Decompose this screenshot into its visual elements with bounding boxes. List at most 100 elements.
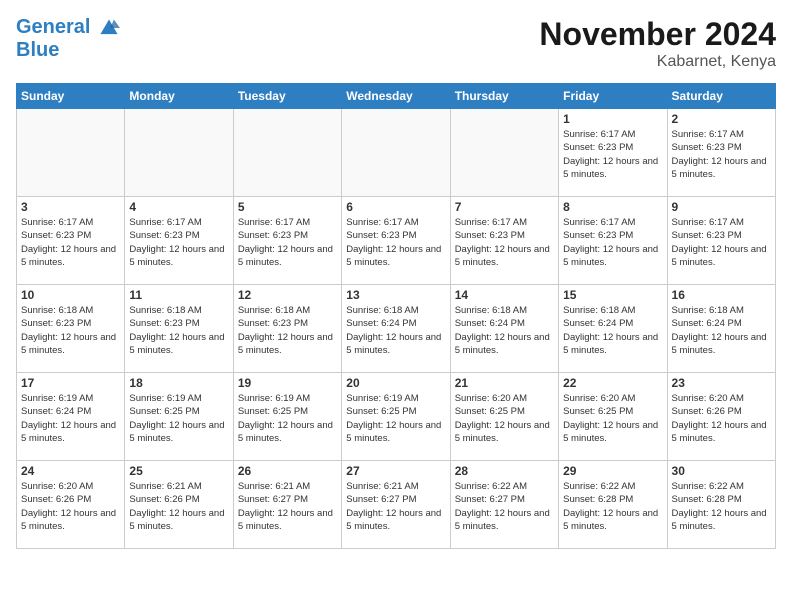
day-info: Sunrise: 6:21 AMSunset: 6:27 PMDaylight:… [238,480,337,533]
day-number: 26 [238,464,337,478]
day-info: Sunrise: 6:18 AMSunset: 6:24 PMDaylight:… [672,304,771,357]
calendar-cell: 13Sunrise: 6:18 AMSunset: 6:24 PMDayligh… [342,285,450,373]
day-info: Sunrise: 6:18 AMSunset: 6:23 PMDaylight:… [129,304,228,357]
calendar-body: 1 Sunrise: 6:17 AMSunset: 6:23 PMDaylight… [17,109,776,549]
day-info: Sunrise: 6:17 AMSunset: 6:23 PMDaylight:… [346,216,445,269]
calendar-cell: 1 Sunrise: 6:17 AMSunset: 6:23 PMDaylight… [559,109,667,197]
week-row-4: 24 Sunrise: 6:20 AMSunset: 6:26 PMDayligh… [17,461,776,549]
calendar-cell: 15 Sunrise: 6:18 AMSunset: 6:24 PMDayligh… [559,285,667,373]
day-number: 2 [672,112,771,126]
day-info: Sunrise: 6:19 AMSunset: 6:25 PMDaylight:… [129,392,228,445]
day-number: 16 [672,288,771,302]
day-number: 4 [129,200,228,214]
day-number: 13 [346,288,445,302]
month-title: November 2024 [539,16,776,53]
calendar-cell: 10Sunrise: 6:18 AMSunset: 6:23 PMDayligh… [17,285,125,373]
day-info: Sunrise: 6:17 AMSunset: 6:23 PMDaylight:… [672,128,771,181]
day-info: Sunrise: 6:19 AMSunset: 6:25 PMDaylight:… [238,392,337,445]
day-number: 14 [455,288,554,302]
day-info: Sunrise: 6:19 AMSunset: 6:25 PMDaylight:… [346,392,445,445]
day-number: 18 [129,376,228,390]
day-number: 11 [129,288,228,302]
day-info: Sunrise: 6:19 AMSunset: 6:24 PMDaylight:… [21,392,120,445]
calendar-cell [342,109,450,197]
weekday-header-tuesday: Tuesday [233,84,341,109]
day-info: Sunrise: 6:21 AMSunset: 6:26 PMDaylight:… [129,480,228,533]
day-info: Sunrise: 6:20 AMSunset: 6:26 PMDaylight:… [21,480,120,533]
day-info: Sunrise: 6:20 AMSunset: 6:25 PMDaylight:… [455,392,554,445]
calendar-cell: 23 Sunrise: 6:20 AMSunset: 6:26 PMDayligh… [667,373,775,461]
day-number: 25 [129,464,228,478]
day-info: Sunrise: 6:20 AMSunset: 6:26 PMDaylight:… [672,392,771,445]
calendar-cell [233,109,341,197]
day-info: Sunrise: 6:22 AMSunset: 6:28 PMDaylight:… [672,480,771,533]
day-info: Sunrise: 6:18 AMSunset: 6:24 PMDaylight:… [455,304,554,357]
day-info: Sunrise: 6:18 AMSunset: 6:23 PMDaylight:… [238,304,337,357]
day-number: 15 [563,288,662,302]
day-number: 27 [346,464,445,478]
weekday-header-saturday: Saturday [667,84,775,109]
day-info: Sunrise: 6:17 AMSunset: 6:23 PMDaylight:… [672,216,771,269]
calendar-cell: 29 Sunrise: 6:22 AMSunset: 6:28 PMDayligh… [559,461,667,549]
calendar-cell: 4 Sunrise: 6:17 AMSunset: 6:23 PMDaylight… [125,197,233,285]
calendar-cell: 22Sunrise: 6:20 AMSunset: 6:25 PMDayligh… [559,373,667,461]
week-row-1: 3 Sunrise: 6:17 AMSunset: 6:23 PMDaylight… [17,197,776,285]
day-number: 1 [563,112,662,126]
day-number: 21 [455,376,554,390]
day-info: Sunrise: 6:22 AMSunset: 6:28 PMDaylight:… [563,480,662,533]
title-block: November 2024 Kabarnet, Kenya [539,16,776,71]
day-number: 5 [238,200,337,214]
week-row-0: 1 Sunrise: 6:17 AMSunset: 6:23 PMDaylight… [17,109,776,197]
calendar-cell: 14 Sunrise: 6:18 AMSunset: 6:24 PMDayligh… [450,285,558,373]
calendar-cell: 6Sunrise: 6:17 AMSunset: 6:23 PMDaylight… [342,197,450,285]
logo: General Blue [16,16,120,61]
weekday-header-thursday: Thursday [450,84,558,109]
weekday-header-row: SundayMondayTuesdayWednesdayThursdayFrid… [17,84,776,109]
day-info: Sunrise: 6:17 AMSunset: 6:23 PMDaylight:… [563,128,662,181]
calendar-table: SundayMondayTuesdayWednesdayThursdayFrid… [16,83,776,549]
day-info: Sunrise: 6:22 AMSunset: 6:27 PMDaylight:… [455,480,554,533]
logo-icon [98,17,120,39]
day-number: 24 [21,464,120,478]
calendar-cell [17,109,125,197]
week-row-3: 17 Sunrise: 6:19 AMSunset: 6:24 PMDayligh… [17,373,776,461]
calendar-cell: 20 Sunrise: 6:19 AMSunset: 6:25 PMDayligh… [342,373,450,461]
weekday-header-wednesday: Wednesday [342,84,450,109]
day-info: Sunrise: 6:17 AMSunset: 6:23 PMDaylight:… [455,216,554,269]
calendar-cell: 21 Sunrise: 6:20 AMSunset: 6:25 PMDayligh… [450,373,558,461]
day-info: Sunrise: 6:17 AMSunset: 6:23 PMDaylight:… [21,216,120,269]
calendar-cell: 26 Sunrise: 6:21 AMSunset: 6:27 PMDayligh… [233,461,341,549]
day-number: 7 [455,200,554,214]
day-info: Sunrise: 6:17 AMSunset: 6:23 PMDaylight:… [563,216,662,269]
calendar-cell: 27 Sunrise: 6:21 AMSunset: 6:27 PMDayligh… [342,461,450,549]
calendar-cell: 16 Sunrise: 6:18 AMSunset: 6:24 PMDayligh… [667,285,775,373]
day-number: 23 [672,376,771,390]
day-number: 8 [563,200,662,214]
day-info: Sunrise: 6:21 AMSunset: 6:27 PMDaylight:… [346,480,445,533]
day-info: Sunrise: 6:17 AMSunset: 6:23 PMDaylight:… [238,216,337,269]
calendar-cell: 18 Sunrise: 6:19 AMSunset: 6:25 PMDayligh… [125,373,233,461]
weekday-header-monday: Monday [125,84,233,109]
calendar-cell [125,109,233,197]
day-number: 3 [21,200,120,214]
day-number: 29 [563,464,662,478]
calendar-cell: 3 Sunrise: 6:17 AMSunset: 6:23 PMDaylight… [17,197,125,285]
calendar-cell: 2 Sunrise: 6:17 AMSunset: 6:23 PMDaylight… [667,109,775,197]
day-number: 9 [672,200,771,214]
day-number: 12 [238,288,337,302]
day-info: Sunrise: 6:18 AMSunset: 6:24 PMDaylight:… [563,304,662,357]
day-number: 20 [346,376,445,390]
day-info: Sunrise: 6:17 AMSunset: 6:23 PMDaylight:… [129,216,228,269]
day-number: 17 [21,376,120,390]
calendar-cell: 7 Sunrise: 6:17 AMSunset: 6:23 PMDaylight… [450,197,558,285]
weekday-header-friday: Friday [559,84,667,109]
day-number: 19 [238,376,337,390]
calendar-cell: 28 Sunrise: 6:22 AMSunset: 6:27 PMDayligh… [450,461,558,549]
calendar-cell: 24 Sunrise: 6:20 AMSunset: 6:26 PMDayligh… [17,461,125,549]
calendar-cell [450,109,558,197]
calendar-cell: 5 Sunrise: 6:17 AMSunset: 6:23 PMDaylight… [233,197,341,285]
page-header: General Blue November 2024 Kabarnet, Ken… [16,16,776,71]
week-row-2: 10Sunrise: 6:18 AMSunset: 6:23 PMDayligh… [17,285,776,373]
day-number: 28 [455,464,554,478]
logo-blue: Blue [16,39,120,61]
